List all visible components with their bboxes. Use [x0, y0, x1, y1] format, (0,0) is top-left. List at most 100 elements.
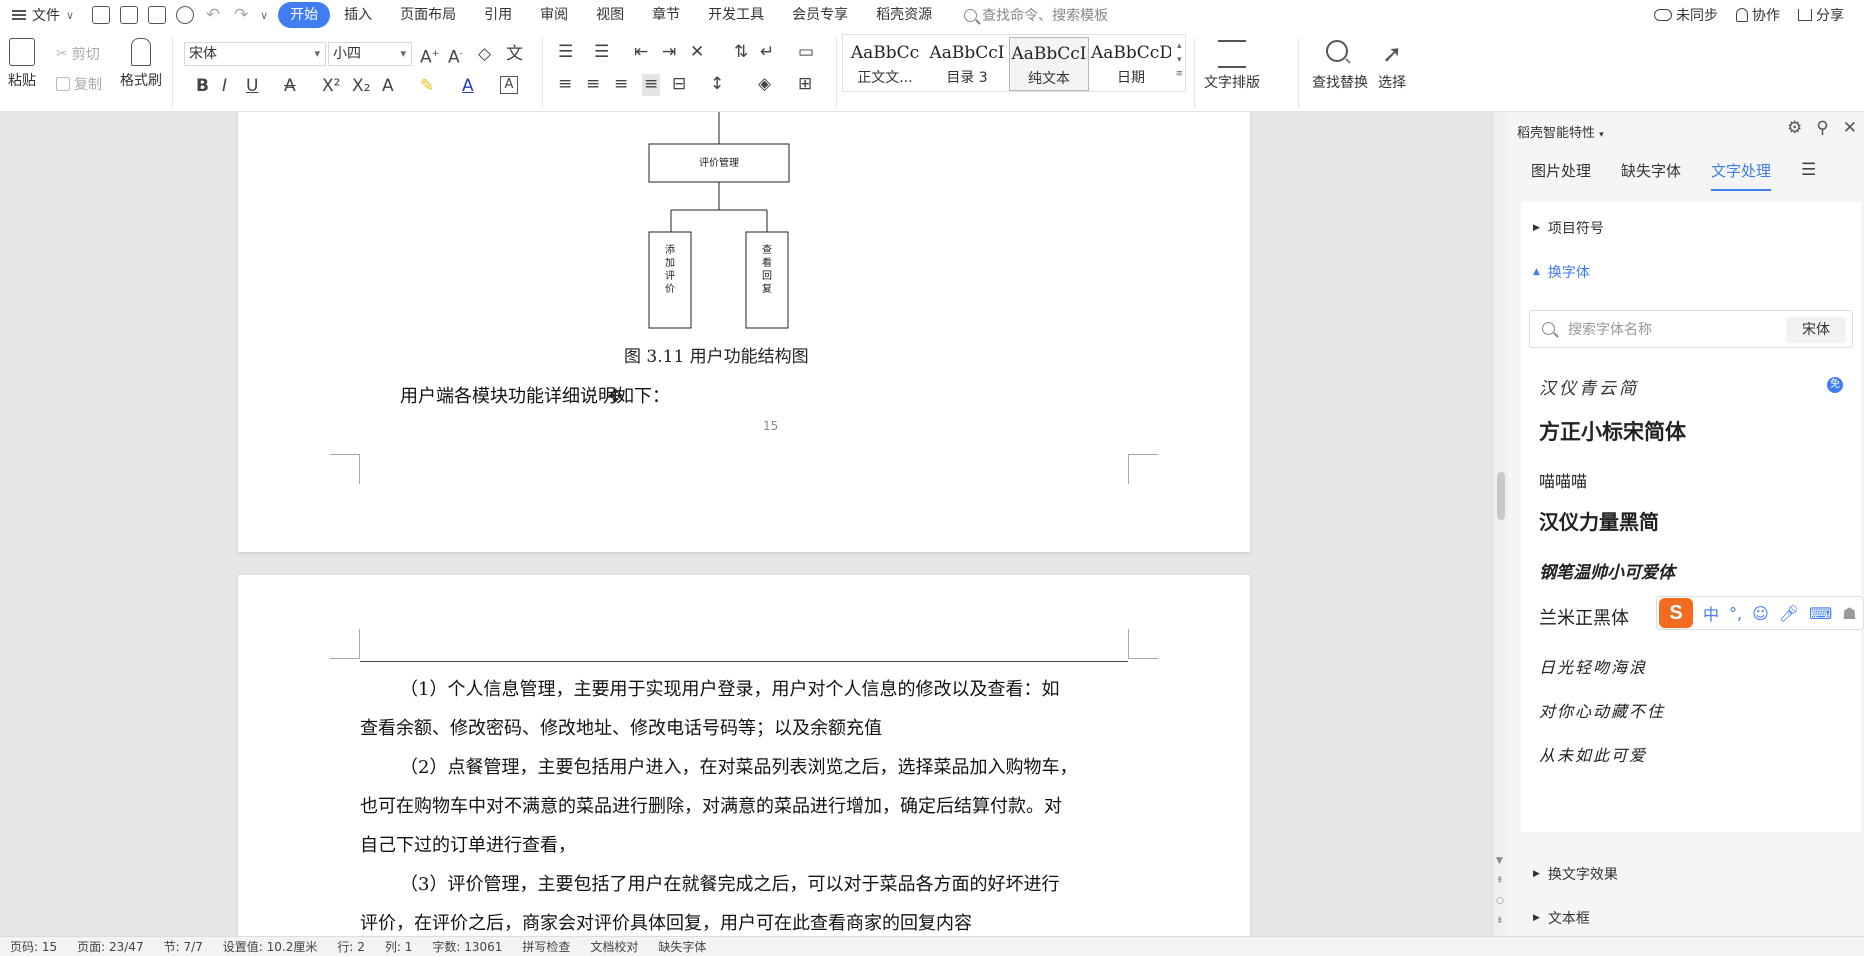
tab-missing-fonts[interactable]: 缺失字体	[1621, 160, 1681, 191]
underline-icon[interactable]: U	[246, 76, 258, 98]
select-browse-icon[interactable]: ○	[1496, 896, 1504, 906]
prev-page-icon[interactable]: ⇞	[1496, 876, 1504, 886]
undo-icon[interactable]: ↶	[204, 6, 222, 24]
current-font-button[interactable]: 宋体	[1786, 317, 1846, 343]
distribute-icon[interactable]: ⊟	[672, 74, 686, 96]
tab-sections[interactable]: 章节	[638, 2, 694, 28]
align-left-icon[interactable]: ≡	[558, 74, 572, 96]
char-border-icon[interactable]: A	[500, 76, 518, 94]
section-textbox[interactable]: ▶ 文本框	[1533, 908, 1590, 928]
document-area[interactable]: 评价管理 添加评价 查看回复 图 3.11 用户功能结构图 用户端各模块功能详细…	[0, 112, 1494, 936]
text-layout-button[interactable]: 文字排版	[1204, 40, 1260, 92]
redo-icon[interactable]: ↷	[232, 6, 250, 24]
tab-insert[interactable]: 插入	[330, 2, 386, 28]
ruler-icon[interactable]: ▭	[798, 42, 814, 64]
status-spell-check[interactable]: 拼写检查	[512, 938, 580, 955]
emoji-icon[interactable]: ☺	[1752, 604, 1769, 623]
sogou-logo[interactable]: S	[1659, 598, 1693, 628]
decrease-indent-icon[interactable]: ⇤	[634, 42, 648, 64]
font-color-icon[interactable]: A	[462, 76, 474, 98]
italic-icon[interactable]: I	[222, 76, 227, 98]
font-option[interactable]: 从未如此可爱	[1539, 742, 1647, 766]
font-option[interactable]: 日光轻吻海浪	[1539, 654, 1647, 678]
ime-mode-label[interactable]: 中	[1703, 601, 1719, 625]
style-toc3[interactable]: AaBbCcI 目录 3	[927, 37, 1007, 91]
save-icon[interactable]	[92, 6, 111, 24]
tab-image-processing[interactable]: 图片处理	[1531, 160, 1591, 191]
styles-scroll-icon[interactable]: ▴ ▾ ≡	[1175, 39, 1183, 81]
grow-font-icon[interactable]: A+	[420, 44, 439, 68]
next-page-icon[interactable]: ⇟	[1496, 916, 1504, 926]
customize-chevron-icon[interactable]: ∨	[260, 9, 268, 22]
subscript-icon[interactable]: X₂	[352, 76, 370, 98]
borders-icon[interactable]: ⊞	[798, 74, 812, 96]
tab-member[interactable]: 会员专享	[778, 2, 862, 28]
tab-references[interactable]: 引用	[470, 2, 526, 28]
font-size-select[interactable]: 小四	[328, 42, 412, 66]
tab-page-layout[interactable]: 页面布局	[386, 2, 470, 28]
shading-icon[interactable]: ◈	[758, 74, 771, 96]
tab-text-processing[interactable]: 文字处理	[1711, 160, 1772, 191]
gear-icon[interactable]: ⚙	[1787, 118, 1802, 138]
font-option[interactable]: 兰米正黑体	[1539, 604, 1629, 630]
phonetic-guide-icon[interactable]: 文	[506, 44, 523, 66]
user-icon[interactable]: ☗	[1842, 604, 1856, 623]
tab-review[interactable]: 审阅	[526, 2, 582, 28]
highlight-icon[interactable]: ✎	[420, 76, 434, 98]
paste-button[interactable]: 粘贴	[8, 38, 36, 90]
cut-button[interactable]: ✂ 剪切	[56, 44, 100, 64]
collab-button[interactable]: 协作	[1736, 5, 1780, 25]
status-proofread[interactable]: 文档校对	[580, 938, 648, 955]
chinese-layout-icon[interactable]: ✕	[690, 42, 704, 64]
status-word-count[interactable]: 字数: 13061	[422, 938, 512, 955]
font-search-input[interactable]	[1568, 319, 1758, 339]
strikethrough-icon[interactable]: A	[284, 76, 296, 98]
clear-format-icon[interactable]: ◇	[478, 44, 491, 66]
scrollbar-thumb[interactable]	[1497, 472, 1505, 520]
close-icon[interactable]: ✕	[1843, 118, 1857, 138]
format-painter-button[interactable]: 格式刷	[120, 38, 162, 90]
keyboard-icon[interactable]: ⌨	[1809, 604, 1832, 623]
document-scrollbar[interactable]: ▼ ⇞ ○ ⇟	[1494, 112, 1508, 936]
increase-indent-icon[interactable]: ⇥	[662, 42, 676, 64]
pin-icon[interactable]: ⚲	[1816, 118, 1828, 138]
command-search[interactable]: 查找命令、搜索模板	[964, 5, 1108, 25]
bullet-list-icon[interactable]: ☰	[558, 42, 573, 64]
copy-button[interactable]: 复制	[56, 74, 102, 94]
font-option[interactable]: 汉仪力量黑简	[1539, 506, 1659, 535]
panel-title[interactable]: 稻壳智能特性 ▾	[1517, 122, 1604, 141]
status-page[interactable]: 页码: 15	[0, 938, 67, 955]
font-option[interactable]: 汉仪青云简	[1539, 374, 1639, 399]
font-option[interactable]: 对你心动藏不住	[1539, 698, 1665, 722]
sort-icon[interactable]: ⇅	[734, 42, 748, 64]
export-icon[interactable]	[120, 6, 139, 24]
style-plain-text[interactable]: AaBbCcI 纯文本	[1009, 37, 1089, 91]
tab-home[interactable]: 开始	[278, 2, 331, 28]
tab-developer[interactable]: 开发工具	[694, 2, 778, 28]
section-change-font[interactable]: ▲ 换字体	[1533, 262, 1590, 282]
select-button[interactable]: ➚ 选择	[1378, 40, 1406, 92]
share-button[interactable]: 分享	[1798, 5, 1844, 25]
section-bullets[interactable]: ▶ 项目符号	[1533, 218, 1604, 238]
status-missing-fonts[interactable]: 缺失字体	[648, 938, 716, 955]
find-replace-button[interactable]: 查找替换	[1312, 40, 1368, 92]
sync-button[interactable]: 未同步	[1654, 5, 1718, 25]
tab-docer-resources[interactable]: 稻壳资源	[862, 2, 946, 28]
tab-view[interactable]: 视图	[582, 2, 638, 28]
show-marks-icon[interactable]: ↵	[760, 42, 774, 64]
punctuation-icon[interactable]: °,	[1729, 604, 1742, 623]
align-center-icon[interactable]: ≡	[586, 74, 600, 96]
scroll-down-icon[interactable]: ▼	[1496, 856, 1503, 866]
font-option[interactable]: 喵喵喵	[1539, 468, 1587, 492]
page[interactable]: 评价管理 添加评价 查看回复 图 3.11 用户功能结构图 用户端各模块功能详细…	[238, 112, 1250, 552]
page[interactable]: （1）个人信息管理，主要用于实现用户登录，用户对个人信息的修改以及查看：如 查看…	[238, 575, 1250, 936]
menu-icon[interactable]: ☰	[1801, 160, 1816, 191]
status-pages[interactable]: 页面: 23/47	[67, 938, 153, 955]
style-normal[interactable]: AaBbCc 正文文...	[845, 37, 925, 91]
print-icon[interactable]	[148, 6, 167, 24]
line-spacing-icon[interactable]: ↕	[710, 74, 724, 96]
superscript-icon[interactable]: X²	[322, 76, 340, 98]
font-option[interactable]: 钢笔温帅小可爱体	[1539, 558, 1675, 583]
style-date[interactable]: AaBbCcD 日期	[1091, 37, 1171, 91]
text-effect-icon[interactable]: A	[382, 76, 394, 98]
